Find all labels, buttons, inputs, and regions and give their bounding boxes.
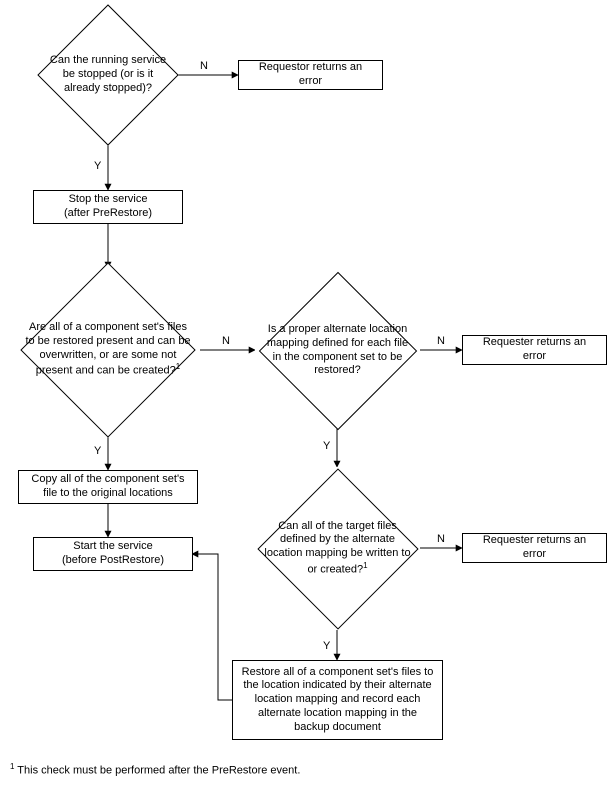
- decision-can-service-stop-label: Can the running service be stopped (or i…: [38, 54, 178, 95]
- footnote-text: This check must be performed after the P…: [14, 765, 300, 777]
- process-restore-alternate: Restore all of a component set's files t…: [232, 660, 443, 740]
- process-copy-to-original-label: Copy all of the component set's file to …: [27, 473, 189, 501]
- process-stop-service-label: Stop the service (after PreRestore): [64, 193, 152, 221]
- edge-d3-yes: Y: [323, 440, 330, 452]
- process-start-service-label: Start the service (before PostRestore): [62, 540, 164, 568]
- decision-alt-mapping-defined: Is a proper alternate location mapping d…: [255, 278, 420, 423]
- process-restore-alternate-label: Restore all of a component set's files t…: [241, 666, 434, 735]
- edge-d2-no: N: [222, 335, 230, 347]
- process-copy-to-original: Copy all of the component set's file to …: [18, 470, 198, 504]
- edge-d3-no: N: [437, 335, 445, 347]
- edge-d4-yes: Y: [323, 640, 330, 652]
- decision-can-service-stop: Can the running service be stopped (or i…: [38, 7, 178, 143]
- edge-d2-yes: Y: [94, 445, 101, 457]
- edge-d1-no: N: [200, 60, 208, 72]
- process-requester-error-2-label: Requester returns an error: [471, 336, 598, 364]
- process-requester-error-3-label: Requester returns an error: [471, 534, 598, 562]
- process-requester-error-2: Requester returns an error: [462, 335, 607, 365]
- decision-targets-writable: Can all of the target files defined by t…: [255, 467, 420, 630]
- edge-d1-yes: Y: [94, 160, 101, 172]
- process-requestor-error-1-label: Requestor returns an error: [247, 61, 374, 89]
- edge-d4-no: N: [437, 533, 445, 545]
- decision-files-present: Are all of a component set's files to be…: [16, 268, 200, 432]
- decision-files-present-label: Are all of a component set's files to be…: [16, 321, 200, 379]
- decision-targets-writable-label: Can all of the target files defined by t…: [255, 520, 420, 578]
- process-stop-service: Stop the service (after PreRestore): [33, 190, 183, 224]
- process-start-service: Start the service (before PostRestore): [33, 537, 193, 571]
- footnote: 1 This check must be performed after the…: [10, 762, 300, 777]
- decision-alt-mapping-defined-label: Is a proper alternate location mapping d…: [255, 323, 420, 378]
- process-requester-error-3: Requester returns an error: [462, 533, 607, 563]
- process-requestor-error-1: Requestor returns an error: [238, 60, 383, 90]
